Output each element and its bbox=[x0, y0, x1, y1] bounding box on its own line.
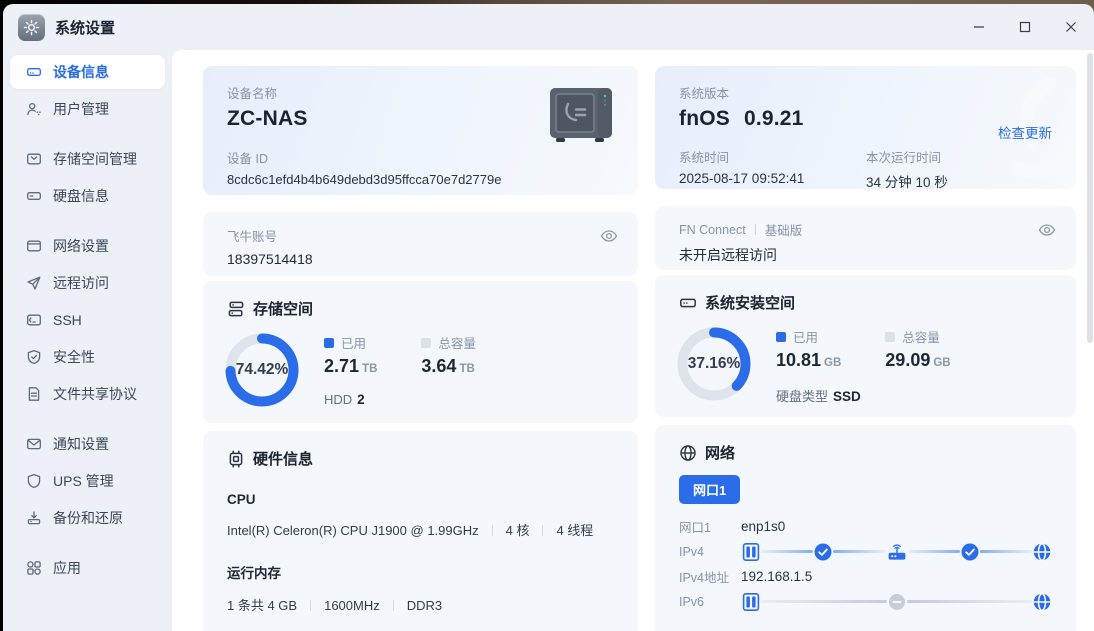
ipv4-status-row: IPv4 bbox=[679, 539, 1052, 564]
sidebar-item-security[interactable]: 安全性 bbox=[10, 340, 165, 374]
router-icon bbox=[888, 543, 905, 560]
storage-stack-icon bbox=[228, 301, 244, 316]
ipv4-address-row: IPv4地址 192.168.1.5 bbox=[679, 569, 813, 585]
sidebar-item-device-info[interactable]: 设备信息 bbox=[10, 55, 165, 89]
internet-globe-icon bbox=[1033, 542, 1051, 561]
sidebar-item-notifications[interactable]: 通知设置 bbox=[10, 427, 165, 461]
sidebar-item-storage-management[interactable]: 存储空间管理 bbox=[10, 142, 165, 176]
ram-specs: 1 条共 4 GB 1600MHz DDR3 bbox=[227, 598, 443, 613]
backup-download-icon bbox=[27, 511, 41, 525]
storage-card-title: 存储空间 bbox=[253, 301, 314, 318]
browser-window-icon bbox=[27, 240, 41, 252]
apps-grid-icon bbox=[27, 561, 41, 575]
system-disk-icon bbox=[680, 298, 696, 307]
settings-gear-icon bbox=[18, 13, 45, 41]
divider bbox=[754, 224, 756, 235]
sidebar-item-network-settings[interactable]: 网络设置 bbox=[10, 229, 165, 263]
sidebar-item-ups[interactable]: UPS 管理 bbox=[10, 464, 165, 498]
check-update-link[interactable]: 检查更新 bbox=[998, 122, 1052, 142]
fn-connect-label: FN Connect bbox=[679, 222, 746, 237]
device-id-label: 设备 ID bbox=[227, 152, 268, 166]
system-version-card: 系统版本 fnOS 0.9.21 检查更新 系统时间 2025-08-17 09… bbox=[655, 66, 1076, 189]
user-icon bbox=[27, 102, 41, 116]
shield-icon bbox=[27, 473, 41, 489]
system-disk-type: 硬盘类型 SSD bbox=[776, 389, 861, 404]
system-used-legend: 已用 10.81 GB bbox=[776, 331, 842, 370]
internet-globe-icon bbox=[1033, 592, 1051, 611]
chip-icon bbox=[229, 449, 243, 468]
nas-node-icon bbox=[742, 542, 760, 561]
storage-disk-count: HDD 2 bbox=[324, 392, 365, 407]
ram-label: 运行内存 bbox=[227, 566, 281, 581]
sidebar-item-ssh[interactable]: SSH bbox=[10, 303, 165, 337]
cpu-label: CPU bbox=[227, 492, 256, 507]
network-card: 网络 网口1 网口1 enp1s0 IPv4 IPv4地址 192.168.1.… bbox=[655, 425, 1076, 631]
system-total-legend: 总容量 29.09 GB bbox=[885, 331, 951, 370]
cpu-specs: Intel(R) Celeron(R) CPU J1900 @ 1.99GHz 4… bbox=[227, 523, 594, 538]
storage-total-legend: 总容量 3.64 TB bbox=[421, 337, 476, 376]
nas-node-icon bbox=[742, 592, 760, 611]
eye-icon[interactable] bbox=[600, 228, 618, 249]
disk-icon bbox=[27, 192, 41, 200]
device-name-card: 设备名称 ZC-NAS 设备 ID 8cdc6c1efd4b4b649debd3… bbox=[203, 66, 638, 195]
device-id-value: 8cdc6c1efd4b4b649debd3d95ffcca70e7d2779e bbox=[227, 172, 502, 187]
ipv6-status-row: IPv6 bbox=[679, 589, 1052, 614]
ipv4-check-icon bbox=[961, 543, 979, 560]
port-interface-value: enp1s0 bbox=[741, 519, 786, 534]
sidebar: 设备信息 用户管理 存储空间管理 硬盘信息 网络设置 远程访问 SSH 安全性 … bbox=[3, 50, 172, 631]
fn-account-card: 飞牛账号 18397514418 bbox=[203, 212, 638, 276]
globe-icon bbox=[680, 444, 696, 461]
hardware-info-card: 硬件信息 CPU Intel(R) Celeron(R) CPU J1900 @… bbox=[203, 431, 638, 631]
close-button[interactable] bbox=[1048, 4, 1094, 50]
sidebar-item-backup-restore[interactable]: 备份和还原 bbox=[10, 501, 165, 535]
sidebar-item-user-management[interactable]: 用户管理 bbox=[10, 92, 165, 126]
storage-donut-chart: 74.42% bbox=[222, 330, 302, 410]
system-donut-chart: 37.16% bbox=[674, 324, 754, 404]
storage-space-card: 存储空间 74.42% 已用 2.71 TB 总容量 3.64 TB HDD 2 bbox=[203, 281, 638, 423]
ipv6-disabled-icon bbox=[888, 593, 905, 610]
fn-connect-tier: 基础版 bbox=[764, 224, 803, 238]
system-install-card: 系统安装空间 37.16% 已用 10.81 GB 总容量 29.09 GB 硬… bbox=[655, 275, 1076, 417]
eye-icon[interactable] bbox=[1038, 222, 1056, 243]
os-name: fnOS bbox=[679, 107, 730, 130]
hardware-card-title: 硬件信息 bbox=[253, 451, 314, 468]
version-label: 系统版本 bbox=[679, 87, 730, 101]
fn-connect-status: 未开启远程访问 bbox=[679, 247, 777, 263]
ipv4-check-icon bbox=[814, 543, 832, 560]
system-settings-window: 系统设置 设备信息 用户管理 存储空间管理 硬盘信息 网络设置 远程访问 SSH… bbox=[3, 4, 1094, 631]
sidebar-item-remote-access[interactable]: 远程访问 bbox=[10, 266, 165, 300]
storage-inbox-icon bbox=[27, 153, 41, 165]
sidebar-item-disk-info[interactable]: 硬盘信息 bbox=[10, 179, 165, 213]
network-card-title: 网络 bbox=[705, 445, 736, 462]
uptime: 本次运行时间 34 分钟 10 秒 bbox=[866, 151, 948, 189]
os-version: 0.9.21 bbox=[743, 107, 804, 130]
fn-account-label: 飞牛账号 bbox=[227, 230, 278, 244]
paper-plane-icon bbox=[27, 276, 41, 290]
system-percent: 37.16% bbox=[687, 355, 741, 372]
window-title: 系统设置 bbox=[55, 19, 116, 37]
document-icon bbox=[28, 387, 40, 401]
content-panel: 设备名称 ZC-NAS 设备 ID 8cdc6c1efd4b4b649debd3… bbox=[172, 50, 1094, 631]
ipv4-address-value: 192.168.1.5 bbox=[741, 569, 813, 584]
sidebar-item-file-sharing[interactable]: 文件共享协议 bbox=[10, 377, 165, 411]
storage-used-legend: 已用 2.71 TB bbox=[324, 337, 378, 376]
maximize-button[interactable] bbox=[1002, 4, 1048, 50]
nas-device-illustration bbox=[548, 86, 614, 149]
fn-connect-card: FN Connect 基础版 未开启远程访问 bbox=[655, 206, 1076, 270]
port1-tab-button[interactable]: 网口1 bbox=[679, 475, 741, 504]
shield-check-icon bbox=[27, 349, 41, 365]
envelope-icon bbox=[27, 438, 41, 450]
system-time: 系统时间 2025-08-17 09:52:41 bbox=[679, 151, 805, 186]
sidebar-item-apps[interactable]: 应用 bbox=[10, 551, 165, 585]
system-install-title: 系统安装空间 bbox=[705, 295, 796, 312]
minimize-button[interactable] bbox=[956, 4, 1002, 50]
hard-drive-icon bbox=[27, 68, 41, 76]
titlebar: 系统设置 bbox=[3, 4, 1094, 50]
terminal-icon bbox=[27, 314, 41, 326]
scrollbar[interactable] bbox=[1087, 53, 1093, 343]
port-name-row: 网口1 enp1s0 bbox=[679, 519, 786, 535]
fn-account-value: 18397514418 bbox=[227, 251, 313, 267]
storage-percent: 74.42% bbox=[235, 361, 289, 378]
